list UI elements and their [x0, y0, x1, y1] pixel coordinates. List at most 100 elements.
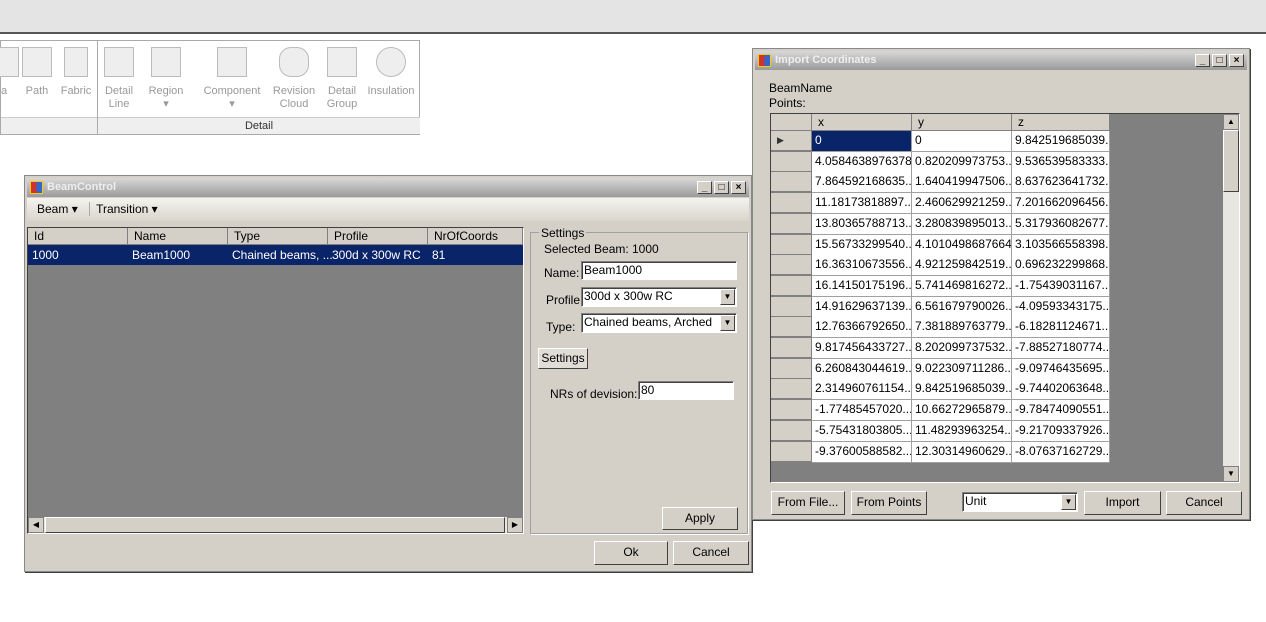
cell-z[interactable]: 5.317936082677... [1012, 213, 1110, 235]
cell-x[interactable]: 6.260843044619... [812, 358, 912, 380]
cell-y[interactable]: 11.48293963254... [912, 420, 1012, 442]
row-header[interactable] [771, 420, 812, 441]
cell-y[interactable]: 9.842519685039... [912, 379, 1012, 401]
cell-z[interactable]: 7.201662096456... [1012, 193, 1110, 215]
cell-z[interactable]: -7.88527180774... [1012, 338, 1110, 359]
cell-z[interactable]: 8.637623641732... [1012, 172, 1110, 194]
tab-settings[interactable]: Settings [538, 348, 588, 369]
table-row[interactable]: 1000 Beam1000 Chained beams, ... 300d x … [28, 245, 523, 265]
row-header[interactable] [771, 193, 812, 214]
maximize-button[interactable]: □ [1212, 54, 1227, 67]
ribbon-revision-cloud-button[interactable]: Revision Cloud [271, 47, 317, 111]
import-button[interactable]: Import [1084, 491, 1161, 515]
column-header-z[interactable]: z [1012, 114, 1110, 131]
row-header[interactable] [771, 172, 812, 193]
beam-grid[interactable]: Id Name Type Profile NrOfCoords 1000 Bea… [27, 227, 524, 534]
cell-y[interactable]: 10.66272965879... [912, 400, 1012, 422]
row-header[interactable] [771, 317, 812, 338]
cell-z[interactable]: -8.07637162729... [1012, 441, 1110, 463]
points-grid[interactable]: x y z ▲ ▼ 0 0 9.842519685039... ▶ 4.05846389… [770, 113, 1240, 483]
close-button[interactable]: × [731, 181, 746, 194]
cell-y[interactable]: 6.561679790026... [912, 296, 1012, 318]
cell-y[interactable]: 2.460629921259... [912, 193, 1012, 215]
row-header[interactable] [771, 151, 812, 172]
row-header[interactable] [771, 379, 812, 400]
name-input[interactable]: Beam1000 [581, 261, 737, 280]
close-button[interactable]: × [1229, 54, 1244, 67]
cell-z[interactable]: 9.842519685039... [1012, 131, 1110, 152]
from-points-button[interactable]: From Points [851, 491, 927, 515]
scroll-right-button[interactable]: ▶ [507, 517, 523, 533]
scroll-thumb[interactable] [1223, 130, 1239, 192]
apply-button[interactable]: Apply [662, 507, 738, 530]
ribbon-detail-line-button[interactable]: Detail Line [101, 47, 137, 111]
cell-z[interactable]: -9.09746435695... [1012, 358, 1110, 380]
cell-x[interactable]: 12.76366792650... [812, 317, 912, 339]
column-header-type[interactable]: Type [228, 228, 328, 245]
row-header[interactable] [771, 441, 812, 462]
cell-y[interactable]: 0.820209973753... [912, 151, 1012, 173]
row-header[interactable] [771, 275, 812, 296]
cancel-button[interactable]: Cancel [673, 541, 749, 565]
cell-z[interactable]: -9.74402063648... [1012, 379, 1110, 401]
ribbon-component-button[interactable]: Component ▾ [201, 47, 263, 111]
cell-x[interactable]: -5.75431803805... [812, 420, 912, 442]
title-bar[interactable]: Import Coordinates _ □ × [755, 51, 1247, 70]
minimize-button[interactable]: _ [1195, 54, 1210, 67]
cell-y[interactable]: 0 [912, 131, 1012, 152]
maximize-button[interactable]: □ [714, 181, 729, 194]
cell-y[interactable]: 5.741469816272... [912, 275, 1012, 297]
type-select[interactable]: Chained beams, Arched ▼ [581, 313, 737, 333]
row-header[interactable] [771, 255, 812, 276]
cell-z[interactable]: 0.696232299868... [1012, 255, 1110, 277]
cell-x[interactable]: 9.817456433727... [812, 338, 912, 359]
chevron-down-icon[interactable]: ▼ [720, 315, 735, 331]
chevron-down-icon[interactable]: ▼ [1061, 494, 1076, 510]
column-header-profile[interactable]: Profile [328, 228, 428, 245]
cell-x[interactable]: 4.0584638976378 [812, 151, 912, 173]
ribbon-fabric-button[interactable]: Fabric [59, 47, 93, 98]
ok-button[interactable]: Ok [594, 541, 668, 565]
beam-menu[interactable]: Beam ▾ [37, 202, 78, 216]
cell-x[interactable]: 16.36310673556... [812, 255, 912, 277]
scroll-up-button[interactable]: ▲ [1223, 114, 1239, 130]
ribbon-detail-group-button[interactable]: Detail Group [323, 47, 361, 111]
row-header[interactable] [771, 338, 812, 358]
cell-y[interactable]: 9.022309711286... [912, 358, 1012, 380]
column-header-x[interactable]: x [812, 114, 912, 131]
column-header-nrofcoords[interactable]: NrOfCoords [428, 228, 523, 245]
cell-y[interactable]: 12.30314960629... [912, 441, 1012, 463]
cell-y[interactable]: 7.381889763779... [912, 317, 1012, 339]
ribbon-insulation-button[interactable]: Insulation [365, 47, 417, 98]
cell-z[interactable]: 3.103566558398... [1012, 234, 1110, 256]
cell-x[interactable]: -1.77485457020... [812, 400, 912, 422]
cell-z[interactable]: 9.536539583333... [1012, 151, 1110, 173]
cell-y[interactable]: 1.640419947506... [912, 172, 1012, 194]
scroll-thumb[interactable] [45, 517, 505, 533]
cell-x[interactable]: 13.80365788713... [812, 213, 912, 235]
ribbon-region-button[interactable]: Region ▾ [145, 47, 187, 111]
cancel-button[interactable]: Cancel [1166, 491, 1242, 515]
row-header[interactable] [771, 213, 812, 234]
cell-x[interactable]: 2.314960761154... [812, 379, 912, 401]
cell-z[interactable]: -9.21709337926... [1012, 420, 1110, 442]
cell-x[interactable]: 15.56733299540... [812, 234, 912, 256]
unit-select[interactable]: Unit ▼ [962, 492, 1078, 512]
vertical-scrollbar[interactable]: ▲ ▼ [1223, 114, 1239, 482]
scroll-down-button[interactable]: ▼ [1223, 466, 1239, 482]
cell-x[interactable]: 7.864592168635... [812, 172, 912, 194]
cell-z[interactable]: -9.78474090551... [1012, 400, 1110, 422]
cell-x[interactable]: 0 [812, 131, 912, 152]
column-header-id[interactable]: Id [28, 228, 128, 245]
ribbon-area-button[interactable]: ea [0, 47, 19, 98]
cell-x[interactable]: 11.18173818897... [812, 193, 912, 215]
cell-y[interactable]: 8.202099737532... [912, 338, 1012, 359]
cell-z[interactable]: -1.75439031167... [1012, 275, 1110, 297]
transition-menu[interactable]: Transition ▾ [89, 202, 158, 216]
row-header[interactable]: ▶ [771, 131, 812, 151]
row-header[interactable] [771, 400, 812, 421]
row-header[interactable] [771, 234, 812, 255]
cell-z[interactable]: -4.09593343175... [1012, 296, 1110, 318]
column-header-name[interactable]: Name [128, 228, 228, 245]
title-bar[interactable]: BeamControl _ □ × [27, 178, 749, 197]
